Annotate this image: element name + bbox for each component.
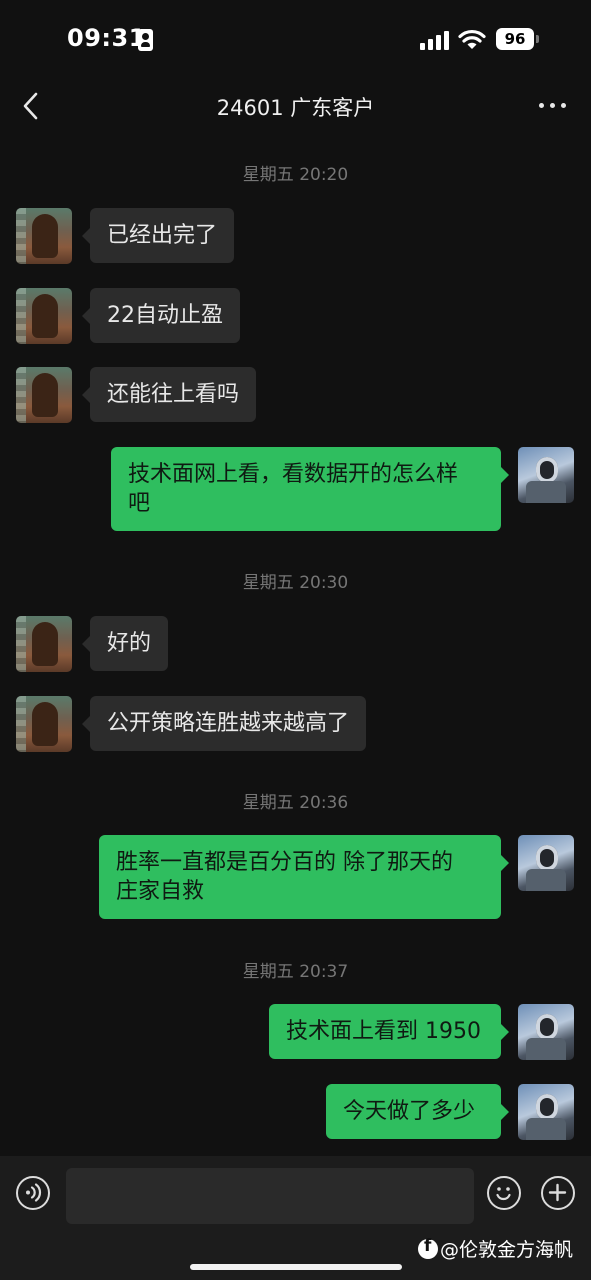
status-time: 09:31 — [67, 24, 146, 52]
watermark-logo-icon — [418, 1236, 438, 1259]
home-indicator[interactable] — [190, 1264, 402, 1270]
battery-indicator: 96 — [496, 28, 534, 50]
message-row-incoming: 22自动止盈 — [0, 288, 591, 344]
status-bar: 09:31 96 — [0, 0, 591, 80]
message-timestamp: 星期五 20:37 — [242, 962, 349, 982]
message-bubble-outgoing[interactable]: 技术面网上看，看数据开的怎么样 吧 — [111, 447, 509, 531]
emoji-icon[interactable] — [487, 1176, 521, 1210]
message-line: 庄家自救 — [116, 879, 205, 904]
message-bubble-incoming[interactable]: 好的 — [81, 616, 169, 671]
message-row-incoming: 公开策略连胜越来越高了 — [0, 696, 591, 752]
watermark-text: @伦敦金方海帆 — [440, 1239, 574, 1261]
watermark: @伦敦金方海帆 — [418, 1235, 573, 1262]
chat-header: 24601 广东客户 — [0, 80, 591, 136]
plus-icon[interactable] — [541, 1176, 575, 1210]
message-row-outgoing: 技术面网上看，看数据开的怎么样 吧 — [0, 447, 591, 532]
wifi-icon — [458, 29, 486, 49]
message-timestamp: 星期五 20:36 — [242, 793, 349, 813]
message-row-incoming: 还能往上看吗 — [0, 367, 591, 423]
message-bubble-incoming[interactable]: 公开策略连胜越来越高了 — [81, 696, 367, 751]
message-row-incoming: 已经出完了 — [0, 208, 591, 264]
message-bubble-incoming[interactable]: 22自动止盈 — [82, 288, 240, 343]
message-row-outgoing: 技术面上看到 1950 — [0, 1004, 591, 1060]
voice-icon[interactable] — [16, 1176, 50, 1210]
message-list[interactable]: 星期五 20:20 已经出完了 22自动止盈 还能往上看吗 技术面网上看，看数据… — [0, 136, 591, 1156]
message-row-incoming: 好的 — [0, 616, 591, 672]
my-avatar[interactable] — [518, 1084, 574, 1140]
message-bubble-outgoing[interactable]: 今天做了多少 — [326, 1084, 509, 1139]
message-bubble-outgoing[interactable]: 胜率一直都是百分百的 除了那天的 庄家自救 — [99, 835, 509, 919]
contact-avatar[interactable] — [16, 208, 72, 264]
message-bubble-incoming[interactable]: 还能往上看吗 — [81, 367, 257, 422]
message-bubble-outgoing[interactable]: 技术面上看到 1950 — [269, 1004, 509, 1059]
my-avatar[interactable] — [518, 1004, 574, 1060]
chat-title: 24601 广东客户 — [216, 96, 375, 120]
message-bubble-incoming[interactable]: 已经出完了 — [81, 208, 235, 263]
cellular-signal-icon — [420, 30, 450, 50]
contact-avatar[interactable] — [16, 288, 72, 344]
message-line: 胜率一直都是百分百的 除了那天的 — [116, 850, 453, 875]
contact-avatar[interactable] — [16, 696, 72, 752]
message-timestamp: 星期五 20:20 — [242, 165, 349, 185]
contact-avatar[interactable] — [16, 616, 72, 672]
message-timestamp: 星期五 20:30 — [242, 573, 349, 593]
more-dots-icon[interactable] — [536, 94, 570, 118]
my-avatar[interactable] — [518, 447, 574, 503]
message-row-outgoing: 今天做了多少 — [0, 1084, 591, 1140]
message-line: 技术面网上看，看数据开的怎么样 — [128, 462, 459, 487]
message-input[interactable] — [66, 1168, 474, 1224]
contact-card-icon — [138, 29, 153, 51]
message-row-outgoing: 胜率一直都是百分百的 除了那天的 庄家自救 — [0, 835, 591, 920]
message-line: 吧 — [128, 491, 151, 516]
contact-avatar[interactable] — [16, 367, 72, 423]
chat-screen: 09:31 96 24601 广东客户 星期五 20:20 已经出完了 22自动… — [0, 0, 591, 1280]
my-avatar[interactable] — [518, 835, 574, 891]
battery-tip — [536, 35, 539, 43]
